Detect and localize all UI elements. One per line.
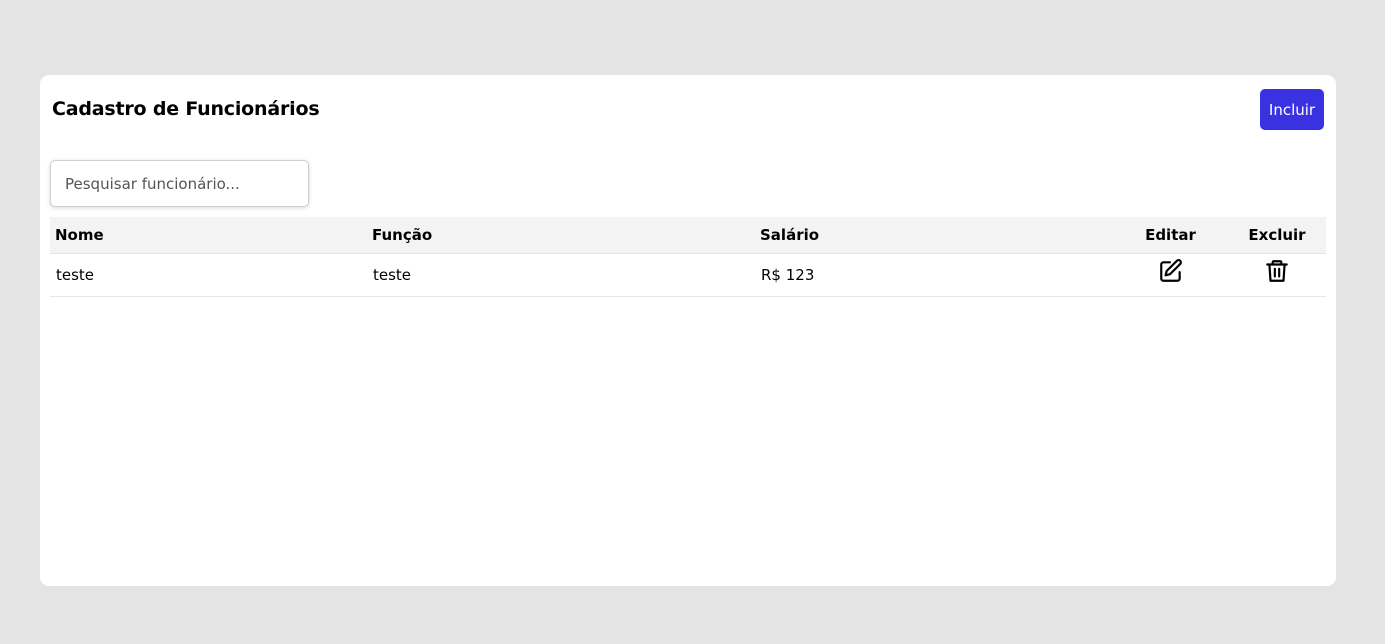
header-name: Nome (55, 225, 104, 244)
employee-table: Nome Função Salário Editar Excluir teste… (50, 217, 1326, 297)
page-title: Cadastro de Funcionários (52, 98, 320, 120)
header-delete: Excluir (1248, 225, 1306, 244)
cell-function: teste (373, 265, 412, 284)
cell-salary: R$ 123 (761, 265, 815, 284)
edit-icon[interactable] (1158, 258, 1184, 284)
table-row: teste teste R$ 123 (50, 253, 1326, 296)
search-input[interactable] (50, 160, 309, 207)
table-header-row: Nome Função Salário Editar Excluir (50, 217, 1326, 253)
header-salary: Salário (760, 225, 820, 244)
header-function: Função (372, 225, 433, 244)
add-employee-button[interactable]: Incluir (1260, 89, 1324, 130)
employee-card: Cadastro de Funcionários Incluir Nome Fu… (40, 75, 1336, 586)
cell-name: teste (56, 265, 95, 284)
cell-edit (1113, 253, 1228, 296)
trash-icon[interactable] (1264, 258, 1290, 284)
cell-delete (1228, 253, 1326, 296)
header-edit: Editar (1145, 225, 1196, 244)
